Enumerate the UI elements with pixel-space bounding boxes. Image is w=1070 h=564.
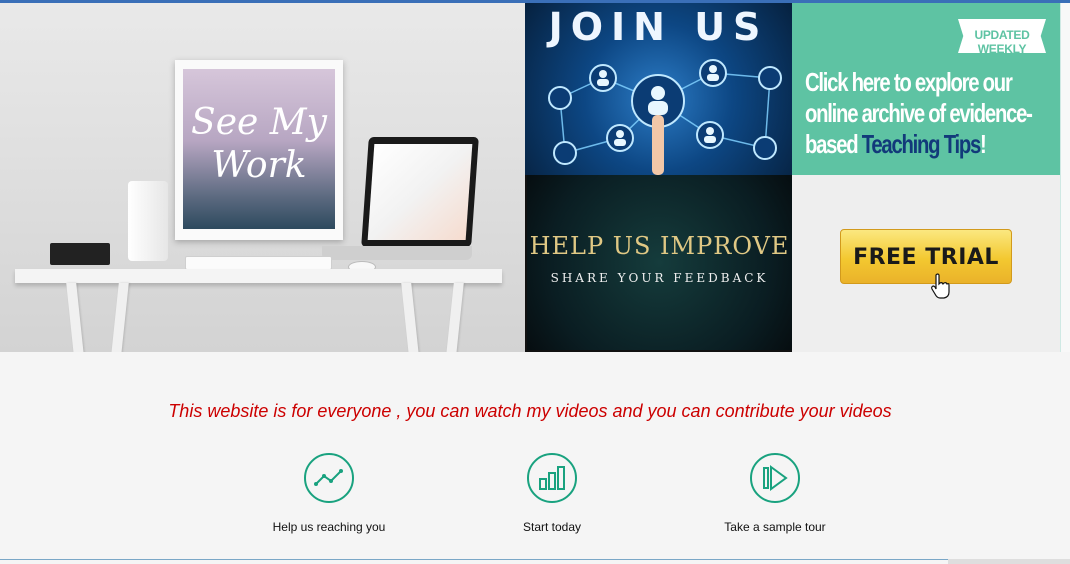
network-people-icon	[548, 59, 782, 175]
laptop-screen	[361, 137, 479, 247]
updated-weekly-badge: UPDATED WEEKLY	[958, 19, 1046, 53]
help-title: HELP US IMPROVE	[529, 232, 790, 260]
feature-label: Help us reaching you	[272, 520, 386, 534]
desk-leg	[401, 283, 419, 352]
teaching-tips-highlight: Teaching Tips	[861, 129, 982, 159]
hand-cursor-icon	[931, 273, 950, 299]
tagline: This website is for everyone , you can w…	[168, 401, 892, 421]
feature-help-us-reaching-you[interactable]: Help us reaching you	[239, 453, 419, 534]
desk-top	[15, 269, 502, 283]
bottom-scroll-area	[948, 559, 1070, 564]
feature-label: Take a sample tour	[724, 520, 826, 534]
feature-start-today[interactable]: Start today	[462, 453, 642, 534]
teaching-tips-link-text[interactable]: Click here to explore our online archive…	[805, 67, 1060, 160]
free-trial-button[interactable]: FREE TRIAL	[840, 229, 1012, 284]
see-my-work-banner[interactable]: See My Work	[0, 3, 525, 352]
feature-label: Start today	[522, 520, 582, 534]
books	[50, 243, 110, 265]
desk-leg	[446, 283, 464, 352]
free-trial-panel: FREE TRIAL	[792, 175, 1060, 352]
desk-leg	[66, 283, 84, 352]
vase	[128, 181, 168, 261]
keyboard	[185, 256, 332, 270]
art-text: See My Work	[183, 69, 335, 229]
play-icon[interactable]	[750, 453, 800, 503]
page-edge	[1060, 3, 1070, 352]
join-us-banner[interactable]: JOIN US	[525, 3, 792, 175]
laptop-base	[322, 246, 472, 260]
teaching-tips-banner[interactable]: UPDATED WEEKLY Click here to explore our…	[792, 3, 1060, 175]
badge-label: UPDATED WEEKLY	[974, 28, 1030, 56]
picture-frame: See My Work	[175, 60, 343, 240]
desk-leg	[111, 283, 129, 352]
line-chart-icon[interactable]	[304, 453, 354, 503]
bottom-divider	[0, 559, 948, 560]
bar-chart-icon[interactable]	[527, 453, 577, 503]
help-us-improve-banner[interactable]: HELP US IMPROVE SHARE YOUR FEEDBACK	[525, 175, 792, 352]
help-subtitle: SHARE YOUR FEEDBACK	[550, 271, 769, 285]
feature-take-a-sample-tour[interactable]: Take a sample tour	[685, 453, 865, 534]
